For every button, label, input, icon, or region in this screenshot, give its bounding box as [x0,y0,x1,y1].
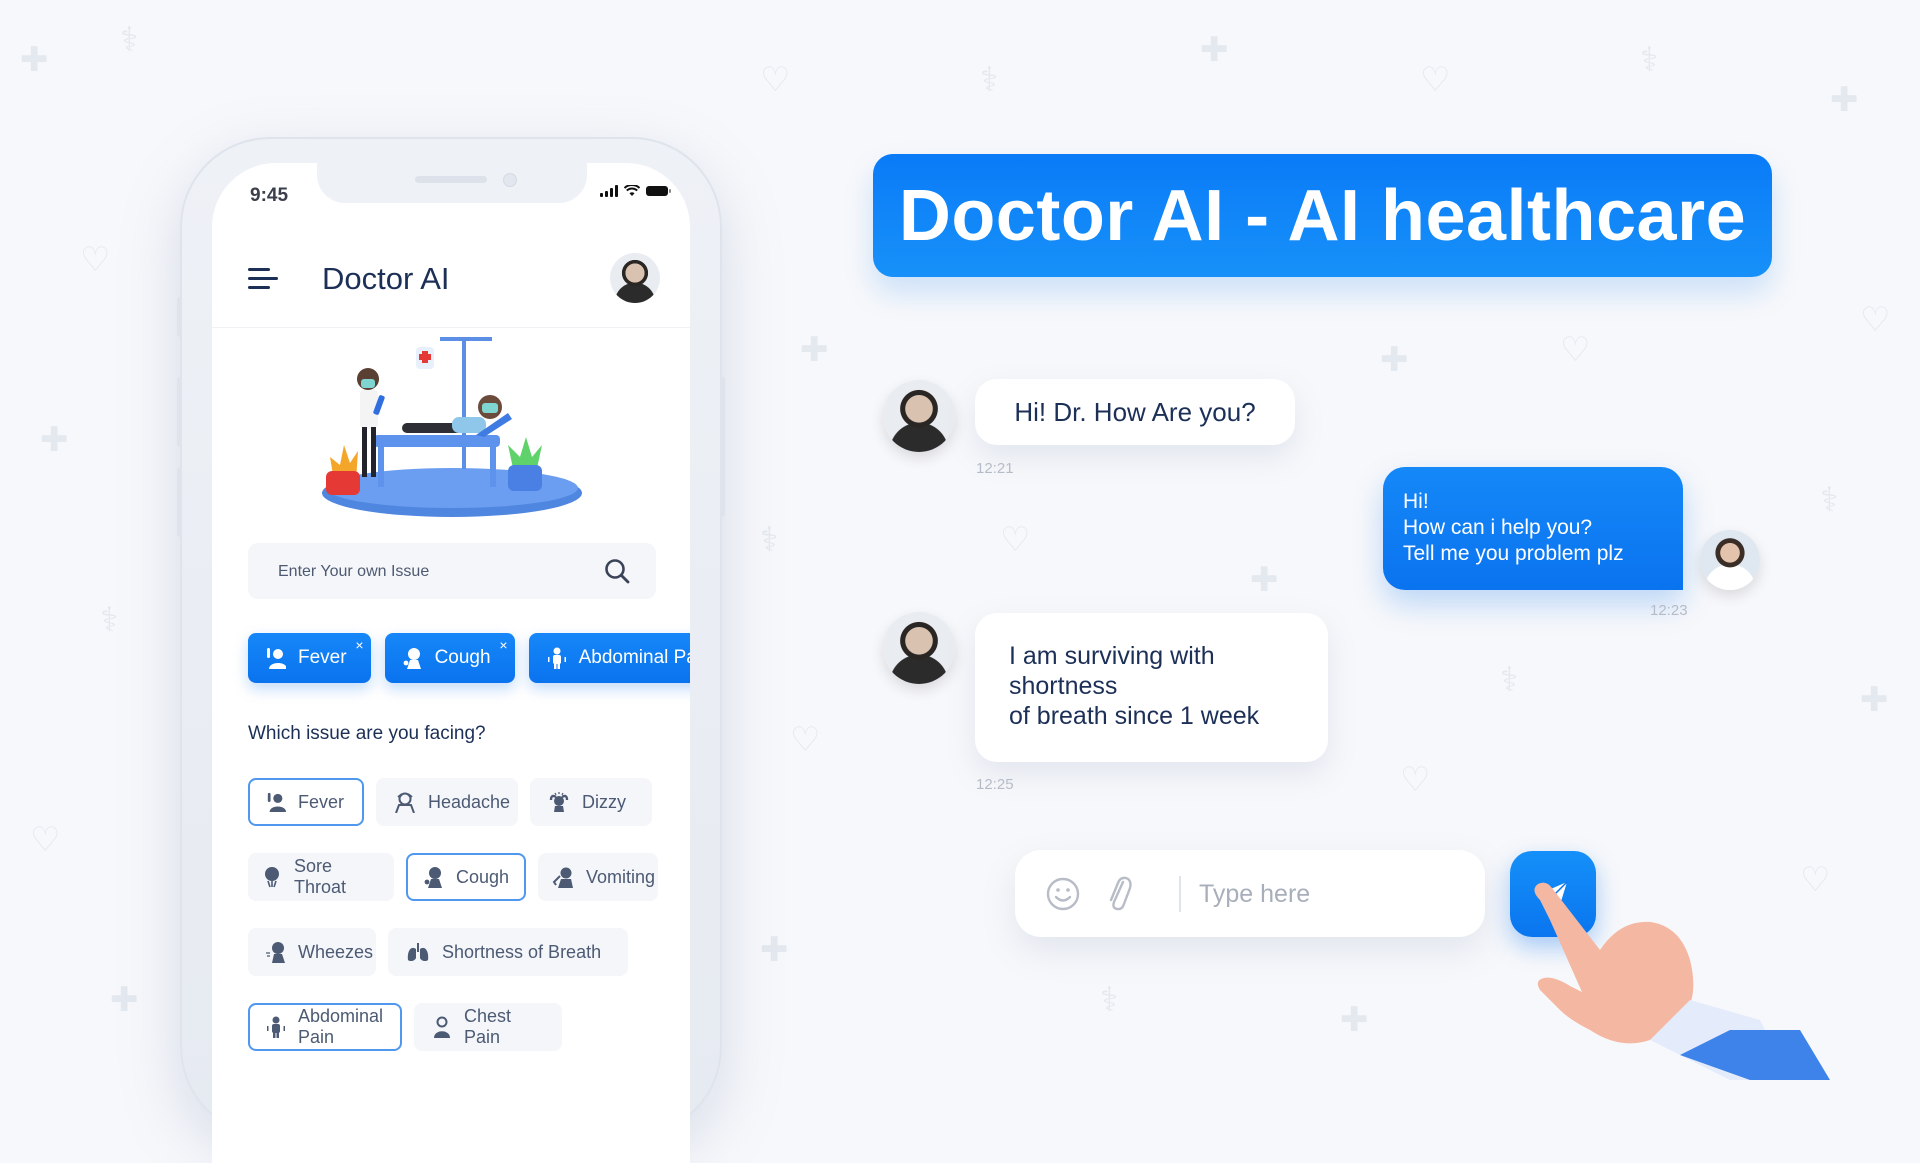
message-timestamp: 12:21 [976,460,1014,477]
option-row: Sore Throat Cough Vomiting [248,853,668,901]
vomiting-icon [552,867,573,888]
issue-option-chest-pain[interactable]: Chest Pain [414,1003,562,1051]
issue-option-abdominal-pain[interactable]: Abdominal Pain [248,1003,402,1051]
dizzy-icon [549,792,569,812]
selected-issue-chip[interactable]: Fever × [248,633,371,683]
wheezes-icon [266,942,285,963]
phone-notch [317,163,587,203]
phone-side-button [177,297,182,337]
app-title: Doctor AI [322,261,450,296]
banner-title: Doctor AI - AI healthcare [898,175,1747,256]
speaker-grille [415,176,487,183]
remove-issue-icon[interactable]: × [499,637,507,653]
title-banner: Doctor AI - AI healthcare [873,154,1772,277]
issue-option-shortness-of-breath[interactable]: Shortness of Breath [388,928,628,976]
profile-avatar[interactable] [610,253,660,303]
status-time: 9:45 [250,185,289,206]
selected-issue-chip[interactable]: Cough × [384,633,515,683]
issue-option-label: Fever [298,791,345,812]
option-row: Wheezes Shortness of Breath [248,928,668,976]
issue-option-wheezes[interactable]: Wheezes [248,928,376,976]
hamburger-menu-icon[interactable] [248,268,278,290]
issue-option-label: Headache [428,791,511,812]
message-line: of breath since 1 week [1009,702,1260,730]
issue-search-box [248,543,656,601]
selected-issue-label: Abdominal Pain [578,647,690,668]
issue-search-input[interactable] [276,543,580,601]
app-header: Doctor AI [212,223,690,328]
issue-option-label: Shortness of Breath [442,941,602,962]
phone-mockup: 9:45 Doctor AI Enter Your own Issue Feve… [177,137,725,1163]
fever-icon [267,648,286,669]
phone-power-button [720,377,725,517]
battery-icon [646,186,671,196]
issue-option-vomiting[interactable]: Vomiting [538,853,658,901]
message-input[interactable] [1197,870,1461,918]
wifi-icon [624,185,640,196]
issue-options-grid: Fever Headache Dizzy Sore Throat Cough V… [248,778,668,1078]
issue-option-fever[interactable]: Fever [248,778,364,826]
message-line: Hi! [1403,490,1429,513]
user-avatar [883,612,955,684]
issue-option-label: Wheezes [298,941,374,962]
message-timestamp: 12:25 [976,776,1014,793]
phone-screen: 9:45 Doctor AI Enter Your own Issue Feve… [212,163,690,1163]
selected-issue-label: Cough [434,647,491,668]
hospital-bed-illustration [322,337,582,517]
issue-option-label: Vomiting [586,866,656,887]
message-line: shortness [1009,672,1118,700]
issue-option-label: Cough [456,866,510,887]
chat-message-incoming: I am surviving with shortness of breath … [975,613,1328,762]
fever-icon [267,792,286,812]
doctor-avatar [1700,530,1760,590]
message-timestamp: 12:23 [1650,602,1688,619]
issue-option-label: Chest Pain [464,1006,512,1047]
cough-icon [403,648,421,669]
issue-option-dizzy[interactable]: Dizzy [530,778,652,826]
status-icons [600,185,671,197]
phone-volume-down-button [177,467,182,537]
front-camera [503,173,517,187]
chat-message-outgoing: Hi! How can i help you? Tell me you prob… [1383,467,1683,590]
issue-option-label: Dizzy [582,791,626,812]
signal-icon [600,185,618,197]
issue-question-heading: Which issue are you facing? [248,723,486,744]
message-line: How can i help you? [1403,516,1593,539]
sore-throat-icon [265,867,279,888]
abdominal-pain-icon [267,1016,285,1038]
cough-icon [424,867,442,888]
message-line: I am surviving with [1009,642,1215,670]
pointing-hand-illustration [1534,882,1830,1080]
issue-option-sore-throat[interactable]: Sore Throat [248,853,394,901]
remove-issue-icon[interactable]: × [355,637,363,653]
chat-message-incoming: Hi! Dr. How Are you? [975,379,1295,445]
chest-pain-icon [434,1016,450,1038]
selected-issue-label: Fever [298,647,347,668]
lungs-icon [407,943,429,962]
emoji-icon[interactable] [1045,876,1081,912]
headache-icon [395,792,415,813]
selected-issue-chip[interactable]: Abdominal Pain [528,633,690,683]
phone-volume-up-button [177,377,182,447]
message-text: Hi! Dr. How Are you? [1014,396,1256,427]
chat-input-bar [1015,850,1485,937]
paperclip-icon[interactable] [1105,874,1133,912]
option-row: Fever Headache Dizzy [248,778,668,826]
issue-option-label: Sore Throat [294,856,347,897]
issue-option-headache[interactable]: Headache [376,778,518,826]
option-row: Abdominal Pain Chest Pain [248,1003,668,1051]
input-divider [1179,876,1181,912]
abdominal-pain-icon [547,647,566,669]
issue-option-label: Abdominal Pain [298,1006,384,1047]
message-line: Tell me you problem plz [1403,542,1624,565]
selected-issues-list: Fever × Cough × Abdominal Pain [248,633,690,683]
issue-option-cough[interactable]: Cough [406,853,526,901]
user-avatar [883,380,955,452]
search-icon[interactable] [604,558,630,584]
